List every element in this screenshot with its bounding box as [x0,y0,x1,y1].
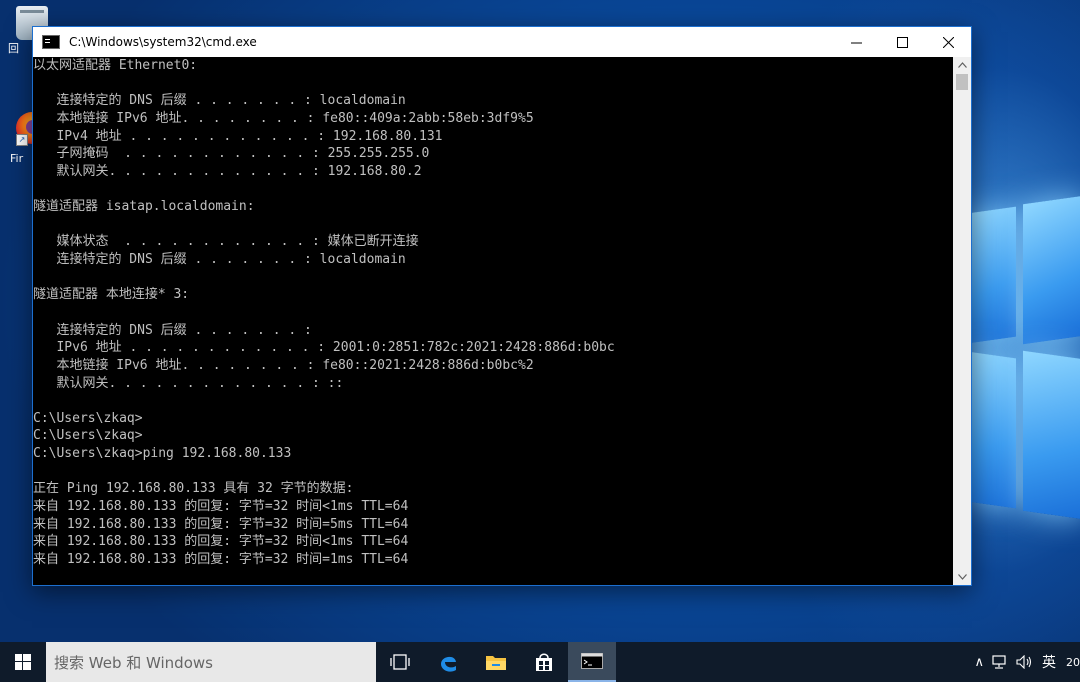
scroll-up-button[interactable] [953,57,971,73]
console-line: 媒体状态 . . . . . . . . . . . . : 媒体已断开连接 [33,234,419,250]
volume-icon [1016,655,1032,669]
console-line: 本地链接 IPv6 地址. . . . . . . . : fe80::409a… [33,110,534,126]
console-line: 以太网适配器 Ethernet0: [33,58,198,73]
vertical-scrollbar[interactable] [953,57,971,585]
console-line: 来自 192.168.80.133 的回复: 字节=32 时间<1ms TTL=… [33,499,409,515]
edge-button[interactable] [424,642,472,682]
store-icon [536,653,552,671]
minimize-icon [850,42,862,43]
console-line: 隧道适配器 isatap.localdomain: [33,199,255,215]
console-line: 来自 192.168.80.133 的回复: 字节=32 时间<1ms TTL=… [33,534,409,550]
taskbar: 搜索 Web 和 Windows ∧ 英 20 [0,642,1080,682]
console-line: 连接特定的 DNS 后缀 . . . . . . . : localdomain [33,93,406,109]
task-view-icon [390,654,410,670]
system-tray: ∧ 英 20 [970,642,1080,682]
console-line: 来自 192.168.80.133 的回复: 字节=32 时间=5ms TTL=… [33,516,409,532]
maximize-icon [896,36,908,48]
console-line: 子网掩码 . . . . . . . . . . . . : 255.255.2… [33,146,430,162]
cmd-app-icon[interactable] [42,35,60,49]
console-line: C:\Users\zkaq> [33,428,143,444]
console-line: 正在 Ping 192.168.80.133 具有 32 字节的数据: [33,481,354,497]
file-explorer-icon [486,656,506,670]
search-placeholder: 搜索 Web 和 Windows [54,653,213,672]
windows-start-icon [15,654,31,670]
task-view-button[interactable] [376,642,424,682]
close-button[interactable] [925,27,971,57]
chevron-up-icon [957,62,967,68]
cmd-icon [581,653,603,669]
clock[interactable]: 20 [1060,656,1080,669]
store-button[interactable] [520,642,568,682]
window-titlebar[interactable]: C:\Windows\system32\cmd.exe [33,27,971,57]
close-icon [942,36,954,48]
console-line: 连接特定的 DNS 后缀 . . . . . . . : localdomain [33,252,406,268]
console-line: IPv6 地址 . . . . . . . . . . . . : 2001:0… [33,340,615,356]
chevron-down-icon [957,574,967,580]
show-hidden-icons-button[interactable]: ∧ [970,655,988,670]
start-button[interactable] [0,642,46,682]
console-line: C:\Users\zkaq>ping 192.168.80.133 [33,446,292,462]
window-title: C:\Windows\system32\cmd.exe [69,35,257,49]
console-line: 连接特定的 DNS 后缀 . . . . . . . : [33,322,312,338]
scroll-thumb[interactable] [956,74,968,90]
taskbar-search-box[interactable]: 搜索 Web 和 Windows [46,642,376,682]
console-line: C:\Users\zkaq> [33,410,143,426]
console-line: 本地链接 IPv6 地址. . . . . . . . : fe80::2021… [33,357,534,373]
console-line: 来自 192.168.80.133 的回复: 字节=32 时间=1ms TTL=… [33,551,409,567]
windows-logo-wallpaper [968,190,1080,520]
cmd-window[interactable]: C:\Windows\system32\cmd.exe 以太网适配器 Ether… [32,26,972,586]
file-explorer-button[interactable] [472,642,520,682]
console-line: IPv4 地址 . . . . . . . . . . . . : 192.16… [33,128,443,144]
edge-icon [441,656,456,672]
console-line: 隧道适配器 本地连接* 3: [33,287,190,303]
shortcut-arrow-icon: ↗ [16,134,28,146]
scroll-down-button[interactable] [953,569,971,585]
input-method-button[interactable]: 英 [1038,652,1060,672]
maximize-button[interactable] [879,27,925,57]
console-line: 默认网关. . . . . . . . . . . . . : 192.168.… [33,163,422,179]
cmd-taskbar-button[interactable] [568,642,616,682]
network-icon [992,655,1006,669]
minimize-button[interactable] [833,27,879,57]
console-line: 默认网关. . . . . . . . . . . . . : :: [33,375,344,391]
network-button[interactable] [988,655,1012,669]
console-output[interactable]: 以太网适配器 Ethernet0: 连接特定的 DNS 后缀 . . . . .… [33,57,953,585]
volume-button[interactable] [1012,655,1038,669]
